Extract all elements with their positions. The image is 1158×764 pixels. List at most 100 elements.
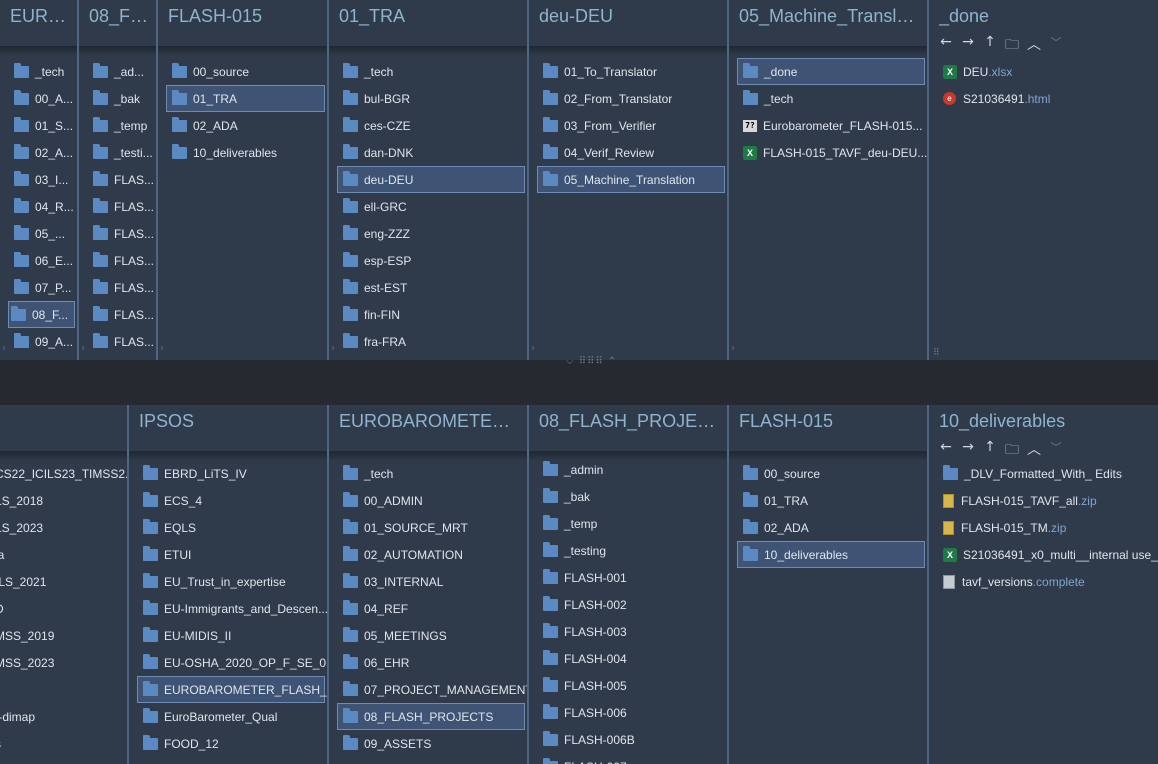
selected-list-item[interactable]: EUROBAROMETER_FLASH_... xyxy=(137,676,327,703)
list-item[interactable]: _admin xyxy=(529,456,727,483)
selected-list-item[interactable]: _done xyxy=(737,58,925,85)
list-item[interactable]: EU-OSHA_2020_OP_F_SE_0... xyxy=(129,649,327,676)
list-item[interactable]: 05_MEETINGS xyxy=(329,622,527,649)
list-item[interactable]: t-dimap xyxy=(0,703,127,730)
list-item[interactable]: ETUI xyxy=(129,541,327,568)
list-item[interactable]: 02_From_Translator xyxy=(529,85,727,112)
list-item[interactable]: EQLS xyxy=(129,514,327,541)
list-item[interactable]: 01_TRA xyxy=(729,487,927,514)
list-item[interactable]: dan-DNK xyxy=(329,139,527,166)
list-item[interactable]: ces-CZE xyxy=(329,112,527,139)
list-item[interactable]: FLASH-006B xyxy=(529,726,727,753)
list-item[interactable]: bul-BGR xyxy=(329,85,527,112)
list-item[interactable]: FLASH-005 xyxy=(529,672,727,699)
arrow-left-icon[interactable]: ← xyxy=(937,34,955,58)
arrow-up-icon[interactable]: ↑ xyxy=(981,34,999,58)
list-item[interactable]: FLAS... xyxy=(79,247,156,274)
list-item[interactable]: _testi... xyxy=(79,139,156,166)
list-item[interactable]: _temp xyxy=(79,112,156,139)
list-item[interactable]: ECS_4 xyxy=(129,487,327,514)
list-item[interactable]: X FLASH-015_TAVF_deu-DEU.... xyxy=(729,139,927,166)
list-item[interactable]: EuroBarometer_Qual xyxy=(129,703,327,730)
list-item[interactable]: X DEU .xlsx xyxy=(929,58,1158,85)
list-item[interactable]: _bak xyxy=(529,483,727,510)
splitter-grip-icon[interactable]: ⌵ ⠿⠿⠿ ⌃ xyxy=(566,356,617,367)
list-item[interactable]: 06_EHR xyxy=(329,649,527,676)
selected-list-item[interactable]: 10_deliverables xyxy=(737,541,925,568)
list-item[interactable]: 01_SOURCE_MRT xyxy=(329,514,527,541)
list-item[interactable]: _DLV_Formatted_With_ Edits xyxy=(929,460,1158,487)
list-item[interactable]: _tech xyxy=(0,58,77,85)
list-item[interactable]: EBRD_LiTS_IV xyxy=(129,460,327,487)
list-item[interactable]: eng-ZZZ xyxy=(329,220,527,247)
list-item[interactable]: _tech xyxy=(329,58,527,85)
list-item[interactable]: FLAS... xyxy=(79,220,156,247)
list-item[interactable]: FLASH-007 xyxy=(529,753,727,764)
list-item[interactable]: FLASH-002 xyxy=(529,591,727,618)
list-item[interactable]: est-EST xyxy=(329,274,527,301)
list-item[interactable]: 05_... xyxy=(0,220,77,247)
selected-list-item[interactable]: deu-DEU xyxy=(337,166,525,193)
list-item[interactable]: FLASH-015_TM .zip xyxy=(929,514,1158,541)
list-item[interactable]: 00_A... xyxy=(0,85,77,112)
list-item[interactable]: e S21036491 .html xyxy=(929,85,1158,112)
list-item[interactable]: 01_To_Translator xyxy=(529,58,727,85)
list-item[interactable]: 00_source xyxy=(729,460,927,487)
list-item[interactable]: _ad... xyxy=(79,58,156,85)
list-item[interactable]: 03_INTERNAL xyxy=(329,568,527,595)
list-item[interactable]: EU-Immigrants_and_Descen... xyxy=(129,595,327,622)
list-item[interactable]: FLASH-015_TAVF_all .zip xyxy=(929,487,1158,514)
list-item[interactable]: ell-GRC xyxy=(329,193,527,220)
list-item[interactable]: 02_A... xyxy=(0,139,77,166)
list-item[interactable]: LS_2023 xyxy=(0,514,127,541)
list-item[interactable]: 07_P... xyxy=(0,274,77,301)
list-item[interactable]: 06_E... xyxy=(0,247,77,274)
list-item[interactable]: _tech xyxy=(329,460,527,487)
list-item[interactable]: fra-FRA xyxy=(329,328,527,355)
list-item[interactable]: CS22_ICILS23_TIMSS2... xyxy=(0,460,127,487)
list-item[interactable]: MSS_2023 xyxy=(0,649,127,676)
list-item[interactable]: _tech xyxy=(729,85,927,112)
arrow-right-icon[interactable]: → xyxy=(959,34,977,58)
selected-list-item[interactable]: 01_TRA xyxy=(166,85,325,112)
list-item[interactable]: FLAS... xyxy=(79,166,156,193)
column-resize-icon[interactable]: › xyxy=(81,343,85,354)
list-item[interactable]: 00_ADMIN xyxy=(329,487,527,514)
list-item[interactable]: 02_ADA xyxy=(729,514,927,541)
list-item[interactable]: _bak xyxy=(79,85,156,112)
list-item[interactable]: 03_I... xyxy=(0,166,77,193)
list-item[interactable]: EU_Trust_in_expertise xyxy=(129,568,327,595)
resize-grip-icon[interactable]: ⠿ xyxy=(933,347,940,358)
column-resize-icon[interactable]: › xyxy=(2,343,6,354)
list-item[interactable]: X S21036491_x0_multi__internal use_20 xyxy=(929,541,1158,568)
chevron-up-icon[interactable]: ︿ xyxy=(1025,34,1043,58)
list-item[interactable]: EU-MIDIS_II xyxy=(129,622,327,649)
list-item[interactable]: _temp xyxy=(529,510,727,537)
list-item[interactable]: 02_ADA xyxy=(158,112,327,139)
list-item[interactable]: FLASH-003 xyxy=(529,618,727,645)
list-item[interactable]: 7? Eurobarometer_FLASH-015... xyxy=(729,112,927,139)
list-item[interactable]: esp-ESP xyxy=(329,247,527,274)
list-item[interactable]: FLASH-006 xyxy=(529,699,727,726)
list-item[interactable]: FLAS... xyxy=(79,301,156,328)
list-item[interactable]: tavf_versions .complete xyxy=(929,568,1158,595)
list-item[interactable]: ILS_2021 xyxy=(0,568,127,595)
list-item[interactable]: FOOD_12 xyxy=(129,730,327,757)
list-item[interactable]: MSS_2019 xyxy=(0,622,127,649)
list-item[interactable]: ia xyxy=(0,541,127,568)
list-item[interactable]: FLAS... xyxy=(79,193,156,220)
list-item[interactable]: 07_PROJECT_MANAGEMENT xyxy=(329,676,527,703)
list-item[interactable]: 01_S... xyxy=(0,112,77,139)
list-item[interactable]: 09_ASSETS xyxy=(329,730,527,757)
selected-list-item[interactable]: 05_Machine_Translation xyxy=(537,166,725,193)
list-item[interactable]: 03_From_Verifier xyxy=(529,112,727,139)
list-item[interactable]: FLASH-001 xyxy=(529,564,727,591)
list-item[interactable]: 00_source xyxy=(158,58,327,85)
list-item[interactable]: 02_AUTOMATION xyxy=(329,541,527,568)
list-item[interactable]: 04_R... xyxy=(0,193,77,220)
column-resize-icon[interactable]: › xyxy=(331,343,335,354)
selected-list-item[interactable]: 08_FLASH_PROJECTS xyxy=(337,703,525,730)
selected-list-item[interactable]: 08_F... xyxy=(8,301,75,328)
column-resize-icon[interactable]: › xyxy=(731,343,735,354)
list-item[interactable]: 09_A... xyxy=(0,328,77,355)
